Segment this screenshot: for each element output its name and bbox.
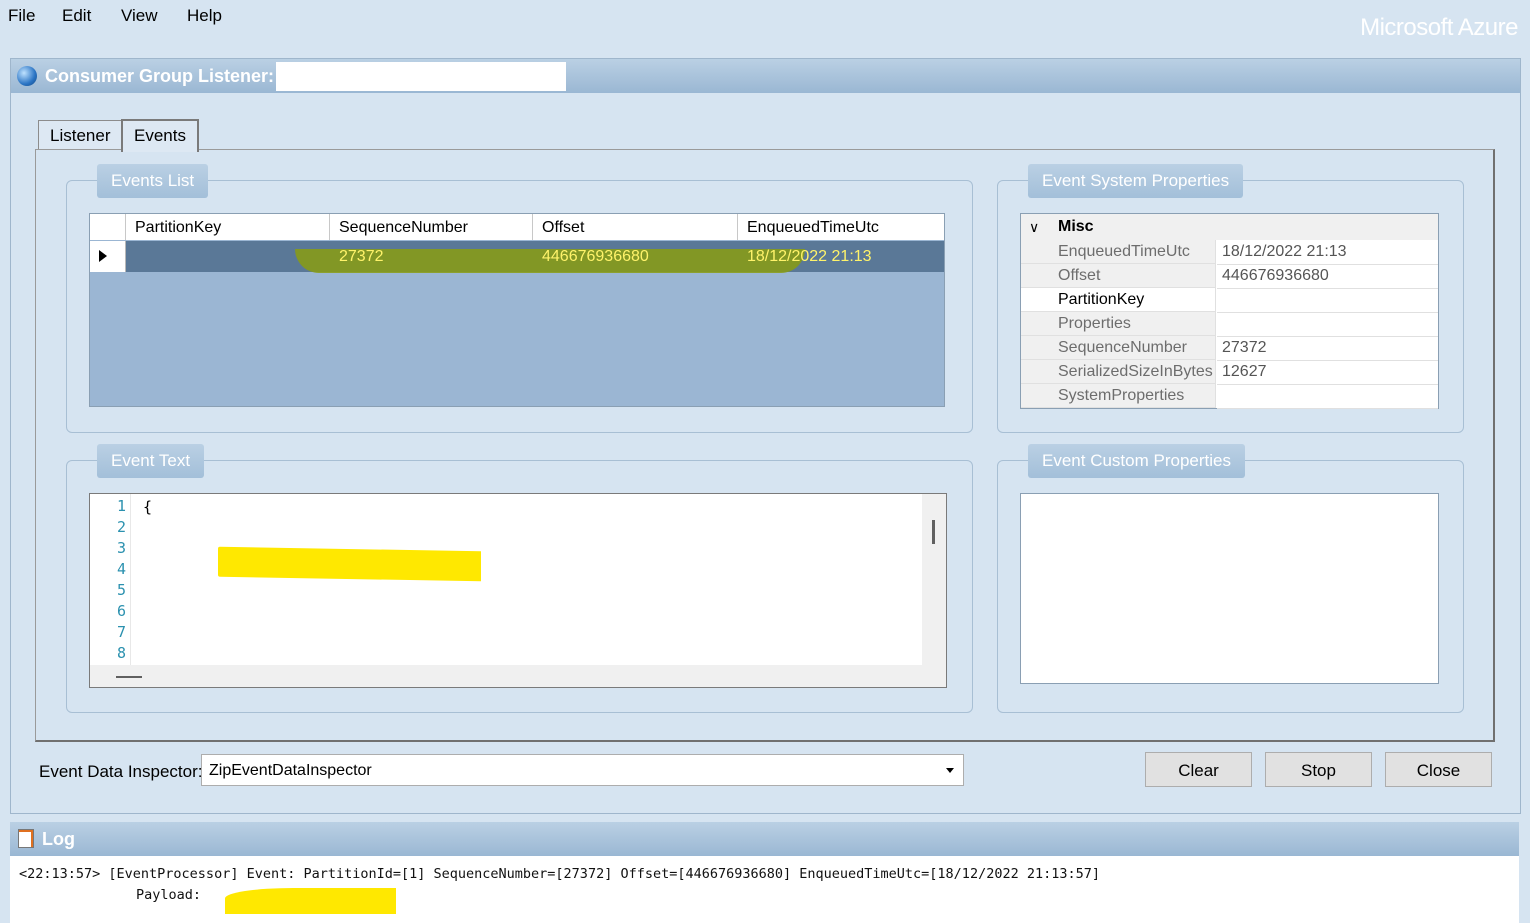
inspector-selected-value: ZipEventDataInspector	[209, 762, 372, 779]
property-name: Offset	[1021, 264, 1216, 288]
property-value[interactable]: 27372	[1217, 336, 1438, 361]
custom-properties-label: Event Custom Properties	[1028, 444, 1245, 478]
line-number: 3	[116, 539, 126, 557]
system-properties-label: Event System Properties	[1028, 164, 1244, 198]
property-value[interactable]	[1217, 312, 1438, 337]
redaction-mark	[218, 546, 481, 582]
line-number: 7	[116, 623, 126, 641]
consumer-group-panel: Consumer Group Listener: Listener Events…	[10, 58, 1521, 814]
property-row[interactable]: EnqueuedTimeUtc 18/12/2022 21:13	[1021, 240, 1438, 265]
property-name: SequenceNumber	[1021, 336, 1216, 360]
table-row[interactable]: 27372 446676936680 18/12/2022 21:13	[90, 241, 944, 273]
property-row[interactable]: SequenceNumber 27372	[1021, 336, 1438, 361]
property-value[interactable]: 18/12/2022 21:13	[1217, 240, 1438, 265]
inspector-dropdown[interactable]: ZipEventDataInspector	[201, 754, 964, 786]
events-list-group: Events List PartitionKey SequenceNumber …	[66, 164, 973, 433]
inspector-label: Event Data Inspector:	[39, 762, 203, 781]
log-line: Payload:	[136, 887, 202, 903]
line-number: 8	[116, 644, 126, 662]
log-line: <22:13:57> [EventProcessor] Event: Parti…	[19, 866, 1100, 882]
row-header[interactable]	[90, 241, 126, 272]
cell-enqueuedtimeutc[interactable]: 18/12/2022 21:13	[738, 241, 944, 272]
log-title: Log	[42, 829, 75, 849]
gutter-divider	[130, 494, 131, 666]
property-value[interactable]: 446676936680	[1217, 264, 1438, 289]
property-row[interactable]: Offset 446676936680	[1021, 264, 1438, 289]
property-value[interactable]	[1217, 384, 1438, 409]
menu-help[interactable]: Help	[187, 6, 222, 26]
system-properties-grid[interactable]: ∨ Misc EnqueuedTimeUtc 18/12/2022 21:13 …	[1020, 213, 1439, 409]
cell-sequencenumber[interactable]: 27372	[330, 241, 533, 272]
property-row[interactable]: SerializedSizeInBytes 12627	[1021, 360, 1438, 385]
property-row[interactable]: Properties	[1021, 312, 1438, 337]
menu-edit[interactable]: Edit	[62, 6, 91, 26]
cell-offset[interactable]: 446676936680	[533, 241, 738, 272]
log-output[interactable]: <22:13:57> [EventProcessor] Event: Parti…	[10, 856, 1519, 923]
event-text-content[interactable]: {	[143, 498, 152, 516]
events-grid[interactable]: PartitionKey SequenceNumber Offset Enque…	[89, 213, 945, 407]
grid-header: PartitionKey SequenceNumber Offset Enque…	[90, 214, 944, 240]
line-number: 1	[116, 497, 126, 515]
property-name: SystemProperties	[1021, 384, 1216, 408]
brand-label: Microsoft Azure	[1360, 14, 1518, 41]
log-icon	[18, 829, 34, 848]
event-text-editor[interactable]: 1 2 3 4 5 6 7 8 {	[89, 493, 947, 688]
tab-events[interactable]: Events	[121, 119, 199, 152]
event-text-group: Event Text 1 2 3 4 5 6 7 8 {	[66, 444, 973, 713]
panel-header: Consumer Group Listener:	[11, 59, 1520, 93]
vertical-scrollbar[interactable]	[922, 494, 946, 666]
cell-partitionkey[interactable]	[126, 241, 330, 272]
column-header-partitionkey[interactable]: PartitionKey	[126, 214, 330, 240]
horizontal-scrollbar[interactable]	[90, 665, 946, 687]
category-label: Misc	[1058, 218, 1094, 235]
clear-button[interactable]: Clear	[1145, 752, 1252, 787]
stop-button[interactable]: Stop	[1265, 752, 1372, 787]
tab-listener[interactable]: Listener	[38, 120, 123, 150]
close-button[interactable]: Close	[1385, 752, 1492, 787]
menu-bar: File Edit View Help Microsoft Azure	[0, 0, 1530, 41]
events-list-label: Events List	[97, 164, 209, 198]
line-number: 5	[116, 581, 126, 599]
chevron-down-icon[interactable]: ∨	[1029, 214, 1039, 240]
redaction-mark	[225, 888, 396, 914]
grid-corner	[90, 214, 126, 240]
menu-file[interactable]: File	[8, 6, 35, 26]
property-value[interactable]: 12627	[1217, 360, 1438, 385]
menu-view[interactable]: View	[121, 6, 158, 26]
property-row[interactable]: SystemProperties	[1021, 384, 1438, 409]
line-number: 4	[116, 560, 126, 578]
line-numbers: 1 2 3 4 5 6 7 8	[90, 496, 126, 664]
line-number: 2	[116, 518, 126, 536]
column-header-sequencenumber[interactable]: SequenceNumber	[330, 214, 533, 240]
custom-properties-grid[interactable]	[1020, 493, 1439, 684]
consumer-group-field[interactable]	[276, 62, 566, 91]
panel-title: Consumer Group Listener:	[45, 66, 275, 86]
globe-icon	[17, 66, 37, 86]
custom-properties-group: Event Custom Properties	[997, 444, 1464, 713]
scroll-thumb[interactable]	[932, 520, 935, 544]
property-value[interactable]	[1217, 288, 1438, 313]
event-text-label: Event Text	[97, 444, 205, 478]
property-name: PartitionKey	[1021, 288, 1216, 312]
row-pointer-icon	[99, 250, 107, 262]
property-row[interactable]: PartitionKey	[1021, 288, 1438, 313]
system-properties-group: Event System Properties ∨ Misc EnqueuedT…	[997, 164, 1464, 433]
column-header-offset[interactable]: Offset	[533, 214, 738, 240]
property-name: EnqueuedTimeUtc	[1021, 240, 1216, 264]
dropdown-arrow-icon[interactable]	[946, 768, 954, 773]
scroll-thumb[interactable]	[116, 676, 142, 678]
property-category-misc[interactable]: ∨ Misc	[1021, 214, 1438, 240]
line-number: 6	[116, 602, 126, 620]
property-name: SerializedSizeInBytes	[1021, 360, 1216, 384]
column-header-enqueuedtimeutc[interactable]: EnqueuedTimeUtc	[738, 214, 944, 240]
log-header: Log	[10, 822, 1519, 856]
property-name: Properties	[1021, 312, 1216, 336]
events-tab-page: Events List PartitionKey SequenceNumber …	[35, 149, 1495, 742]
